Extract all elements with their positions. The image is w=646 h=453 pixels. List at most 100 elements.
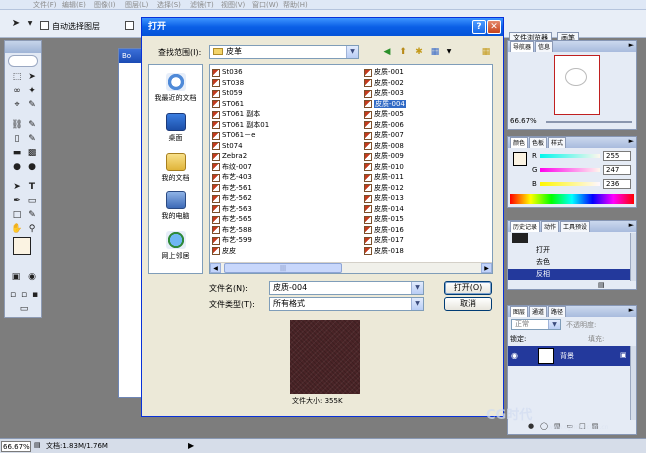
brush-tool-icon[interactable]: ✎: [26, 119, 38, 131]
quick-mask-mode-icon[interactable]: ◉: [26, 271, 38, 283]
eraser-tool-icon[interactable]: ▬: [11, 147, 23, 159]
scroll-thumb[interactable]: |||: [224, 263, 342, 273]
tab-layers[interactable]: 图层: [510, 306, 529, 317]
history-item-invert[interactable]: 反相: [508, 269, 630, 280]
view-menu-icon[interactable]: ▦: [428, 45, 442, 59]
file-item[interactable]: 皮皮: [211, 246, 269, 257]
file-item[interactable]: 皮质-011: [363, 172, 406, 183]
palette-menu-icon[interactable]: ►: [629, 306, 634, 314]
palette-menu-icon[interactable]: ►: [629, 41, 634, 49]
type-tool-icon[interactable]: T: [26, 181, 38, 193]
file-item[interactable]: Zebra2: [211, 151, 269, 162]
jump-to-imageready-icon[interactable]: ▭: [18, 303, 30, 315]
menu-help[interactable]: 帮助(H): [283, 0, 308, 10]
file-item[interactable]: ST061 副本01: [211, 120, 269, 131]
file-item[interactable]: 布纹-007: [211, 162, 269, 173]
layer-row-background[interactable]: ◉ 背景 ▣: [508, 346, 630, 366]
file-item[interactable]: 布艺-588: [211, 225, 269, 236]
blur-tool-icon[interactable]: ●: [11, 161, 23, 173]
green-channel-value[interactable]: 247: [603, 165, 631, 175]
menu-image[interactable]: 图像(I): [94, 0, 116, 10]
notes-tool-icon[interactable]: □: [11, 209, 23, 221]
file-item[interactable]: 皮质-016: [363, 225, 406, 236]
pen-tool-icon[interactable]: ✒: [11, 195, 23, 207]
file-item[interactable]: St074: [211, 141, 269, 152]
scroll-left-icon[interactable]: ◀: [210, 263, 221, 273]
file-item[interactable]: 皮质-012: [363, 183, 406, 194]
file-item[interactable]: 皮质-001: [363, 67, 406, 78]
menu-view[interactable]: 视图(V): [221, 0, 245, 10]
file-item[interactable]: 布艺-565: [211, 214, 269, 225]
photoshop-logo-icon[interactable]: [8, 55, 38, 67]
history-item-open[interactable]: 打开: [508, 245, 630, 256]
green-channel-slider[interactable]: [540, 168, 600, 172]
healing-brush-tool-icon[interactable]: ⛓: [11, 119, 23, 131]
menu-select[interactable]: 选择(S): [157, 0, 181, 10]
navigator-zoom-value[interactable]: 66.67%: [510, 117, 537, 125]
blend-mode-select[interactable]: 正常 ▼: [511, 319, 561, 330]
file-item[interactable]: 皮质-009: [363, 151, 406, 162]
menu-layer[interactable]: 图层(L): [125, 0, 148, 10]
file-item[interactable]: 布艺-562: [211, 193, 269, 204]
foreground-color-swatch[interactable]: [13, 237, 31, 255]
navigator-zoom-slider[interactable]: [546, 121, 632, 123]
up-folder-icon[interactable]: ⬆: [396, 45, 410, 59]
tab-color[interactable]: 颜色: [510, 137, 529, 148]
magic-wand-tool-icon[interactable]: ✦: [26, 85, 38, 97]
open-button[interactable]: 打开(O): [444, 281, 492, 295]
blue-channel-slider[interactable]: [540, 182, 600, 186]
file-item[interactable]: 皮质-007: [363, 130, 406, 141]
slice-tool-icon[interactable]: ✎: [26, 99, 38, 111]
layers-scrollbar[interactable]: [630, 346, 636, 420]
file-item[interactable]: 皮质-005: [363, 109, 406, 120]
file-item[interactable]: 布艺-563: [211, 204, 269, 215]
place-desktop[interactable]: 桌面: [149, 113, 202, 143]
folder-browse-icon[interactable]: ▦: [479, 45, 493, 59]
file-item[interactable]: 布艺-403: [211, 172, 269, 183]
file-item[interactable]: 布艺-561: [211, 183, 269, 194]
file-item[interactable]: St059: [211, 88, 269, 99]
file-item[interactable]: St036: [211, 67, 269, 78]
file-list[interactable]: St036 ST038 St059 ST061 ST061 副本 ST061 副本01 ST…: [209, 64, 493, 274]
blue-channel-value[interactable]: 236: [603, 179, 631, 189]
clone-stamp-tool-icon[interactable]: ▯: [11, 133, 23, 145]
history-item-desaturate[interactable]: 去色: [508, 257, 630, 268]
history-snapshot-thumbnail[interactable]: [512, 233, 528, 243]
file-item[interactable]: 皮质-006: [363, 120, 406, 131]
tab-paths[interactable]: 路径: [548, 306, 567, 317]
status-menu-arrow-icon[interactable]: ▶: [188, 441, 194, 450]
place-my-computer[interactable]: 我的电脑: [149, 191, 202, 221]
filetype-select[interactable]: 所有格式 ▼: [269, 297, 424, 311]
standard-mode-icon[interactable]: ▣: [10, 271, 22, 283]
palette-menu-icon[interactable]: ►: [629, 221, 634, 229]
color-foreground-swatch[interactable]: [513, 152, 527, 166]
file-item[interactable]: 皮质-014: [363, 204, 406, 215]
place-recent-documents[interactable]: 我最近的文档: [149, 73, 202, 103]
filename-input[interactable]: 皮质-004 ▼: [269, 281, 424, 295]
tab-navigator[interactable]: 导航器: [510, 41, 535, 52]
menu-edit[interactable]: 编辑(E): [62, 0, 86, 10]
gradient-tool-icon[interactable]: ▩: [26, 147, 38, 159]
new-folder-icon[interactable]: ✱: [412, 45, 426, 59]
cancel-button[interactable]: 取消: [444, 297, 492, 311]
back-icon[interactable]: ◀: [380, 45, 394, 59]
color-spectrum-bar[interactable]: [510, 194, 634, 204]
tab-tool-presets[interactable]: 工具预设: [560, 221, 591, 232]
chevron-down-icon[interactable]: ▼: [442, 45, 456, 59]
eyedropper-tool-icon[interactable]: ✎: [26, 209, 38, 221]
palette-menu-icon[interactable]: ►: [629, 137, 634, 145]
dialog-title-bar[interactable]: 打开: [142, 18, 503, 36]
red-channel-value[interactable]: 255: [603, 151, 631, 161]
file-item[interactable]: ST061: [211, 99, 269, 110]
menu-filter[interactable]: 滤镜(T): [190, 0, 214, 10]
tab-styles[interactable]: 样式: [548, 137, 567, 148]
history-scrollbar[interactable]: [630, 233, 636, 281]
zoom-level-field[interactable]: 66.67%: [1, 441, 31, 452]
file-item[interactable]: 布艺-599: [211, 235, 269, 246]
file-item[interactable]: 皮质-004: [363, 99, 406, 110]
lasso-tool-icon[interactable]: ∞: [11, 85, 23, 97]
move-tool-preset-icon[interactable]: ➤: [10, 18, 22, 30]
path-selection-tool-icon[interactable]: ➤: [11, 181, 23, 193]
file-item[interactable]: 皮质-013: [363, 193, 406, 204]
look-in-select[interactable]: 皮革 ▼: [209, 45, 359, 59]
